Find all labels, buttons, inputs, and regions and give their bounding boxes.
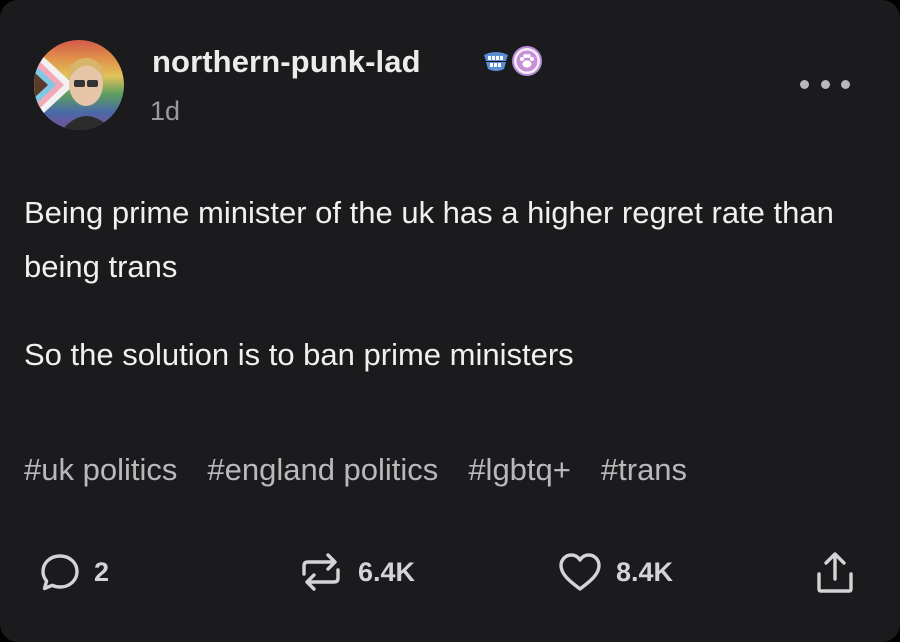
post-timestamp: 1d (150, 96, 181, 126)
paw-badge-icon (512, 46, 542, 76)
avatar[interactable] (34, 40, 124, 130)
tag-link[interactable]: #trans (601, 452, 687, 488)
like-button[interactable]: 8.4K (556, 550, 673, 594)
post-card: northern-punk-lad 1d Being prime ministe… (0, 0, 900, 642)
post-tags: #uk politics #england politics #lgbtq+ #… (24, 452, 687, 488)
user-badges (482, 46, 542, 76)
post-actions: 2 6.4K 8.4K (0, 540, 900, 610)
username[interactable]: northern-punk-lad (152, 44, 421, 80)
share-button[interactable] (812, 550, 858, 596)
likes-count: 8.4K (616, 556, 674, 587)
post-paragraph: So the solution is to ban prime minister… (24, 337, 574, 372)
more-dot (820, 79, 830, 89)
comment-bubble-icon (41, 554, 79, 591)
teeth-badge-icon (484, 52, 508, 71)
more-dot (800, 79, 809, 89)
comments-count: 2 (94, 556, 110, 587)
heart-icon (559, 553, 601, 591)
reblogs-count: 6.4K (358, 556, 416, 587)
comments-button[interactable]: 2 (38, 550, 109, 594)
reblog-icon (302, 553, 340, 591)
tag-link[interactable]: #lgbtq+ (468, 452, 571, 488)
reblog-button[interactable]: 6.4K (296, 550, 415, 594)
tag-link[interactable]: #england politics (207, 452, 438, 488)
post-body: Being prime minister of the uk has a hig… (24, 186, 864, 382)
more-dot (841, 79, 850, 89)
share-icon (817, 552, 853, 593)
more-horizontal-icon[interactable] (800, 74, 850, 94)
post-paragraph: Being prime minister of the uk has a hig… (24, 195, 834, 284)
tag-link[interactable]: #uk politics (24, 452, 177, 488)
